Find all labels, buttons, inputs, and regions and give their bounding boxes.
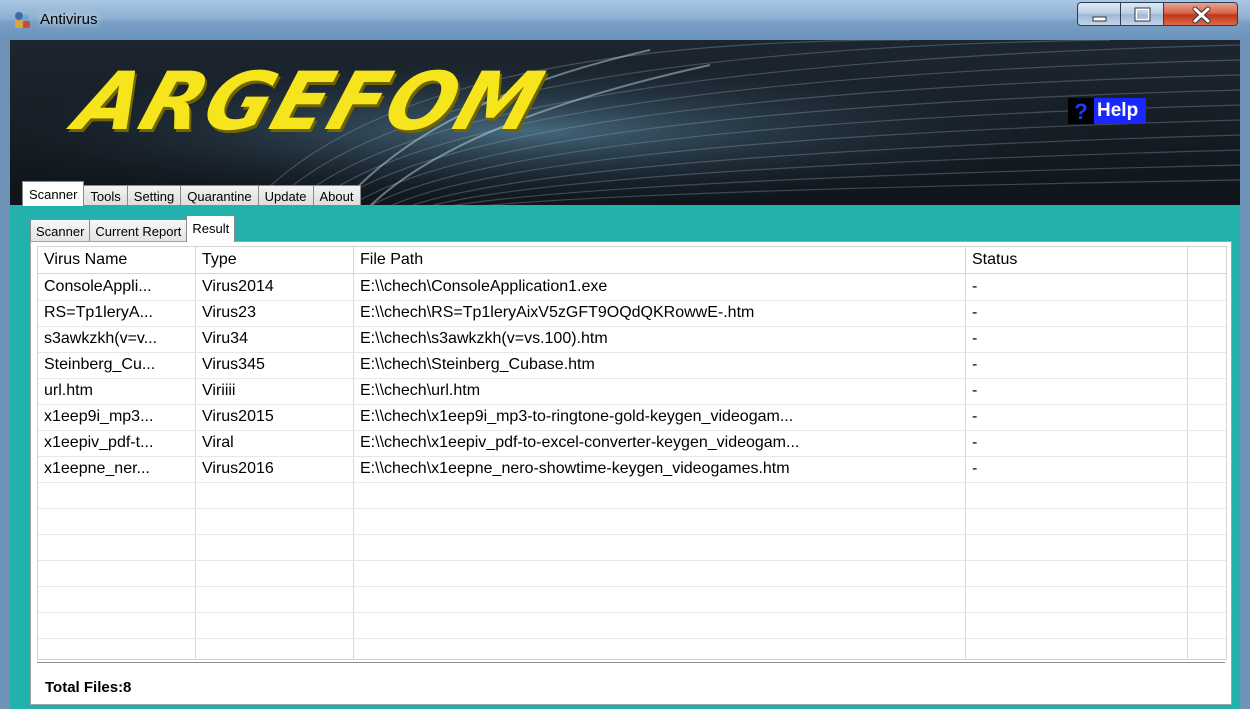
table-row[interactable] [38, 482, 1226, 509]
cell-file-path: E:\\chech\Steinberg_Cubase.htm [360, 356, 595, 373]
title-bar[interactable]: Antivirus [0, 0, 1250, 40]
maximize-button[interactable] [1120, 2, 1164, 26]
tab-tools[interactable]: Tools [83, 185, 128, 206]
cell-file-path: E:\\chech\x1eepiv_pdf-to-excel-converter… [360, 434, 800, 451]
subtab-result[interactable]: Result [186, 215, 236, 242]
maximize-icon [1134, 7, 1151, 22]
cell-status: - [972, 382, 978, 399]
header-status[interactable]: Status [966, 247, 1188, 273]
cell-virus-name: RS=Tp1leryA... [44, 304, 153, 321]
cell-status: - [972, 434, 978, 451]
scanner-panel: Scanner Current Report Result Virus Name… [10, 205, 1240, 709]
window-title: Antivirus [40, 11, 98, 28]
help-label: Help [1094, 98, 1147, 124]
divider-line [37, 662, 1225, 663]
help-question-icon: ? [1068, 98, 1094, 124]
cell-type: Virus23 [202, 304, 256, 321]
table-row[interactable]: url.htm Viriiii E:\\chech\url.htm - [38, 378, 1226, 405]
cell-file-path: E:\\chech\s3awkzkh(v=vs.100).htm [360, 330, 608, 347]
cell-type: Viral [202, 434, 234, 451]
main-tab-strip: Scanner Tools Setting Quarantine Update … [22, 180, 361, 206]
cell-type: Viru34 [202, 330, 248, 347]
minimize-icon [1092, 16, 1107, 22]
argefom-logo: ARGEFOM [65, 55, 556, 148]
table-row[interactable]: x1eepiv_pdf-t... Viral E:\\chech\x1eepiv_p… [38, 430, 1226, 457]
tab-quarantine[interactable]: Quarantine [180, 185, 259, 206]
cell-status: - [972, 356, 978, 373]
table-row[interactable]: x1eepne_ner... Virus2016 E:\\chech\x1eepne… [38, 456, 1226, 483]
cell-status: - [972, 278, 978, 295]
sub-tab-strip: Scanner Current Report Result [30, 215, 236, 242]
minimize-button[interactable] [1077, 2, 1121, 26]
cell-status: - [972, 408, 978, 425]
cell-status: - [972, 460, 978, 477]
cell-type: Virus345 [202, 356, 265, 373]
subtab-scanner[interactable]: Scanner [30, 219, 91, 242]
results-grid[interactable]: Virus Name Type File Path Status Console… [37, 246, 1227, 660]
close-button[interactable] [1163, 2, 1238, 26]
cell-file-path: E:\\chech\url.htm [360, 382, 481, 399]
header-virus-name[interactable]: Virus Name [38, 247, 196, 273]
result-pane: Virus Name Type File Path Status Console… [30, 241, 1232, 705]
cell-virus-name: Steinberg_Cu... [44, 356, 156, 373]
cell-file-path: E:\\chech\x1eep9i_mp3-to-ringtone-gold-k… [360, 408, 794, 425]
table-row[interactable] [38, 560, 1226, 587]
table-row[interactable]: x1eep9i_mp3... Virus2015 E:\\chech\x1eep9i… [38, 404, 1226, 431]
tab-about[interactable]: About [312, 185, 361, 206]
header-file-path[interactable]: File Path [354, 247, 966, 273]
tab-update[interactable]: Update [257, 185, 314, 206]
cell-type: Virus2014 [202, 278, 274, 295]
antivirus-window: Antivirus ARGEFOM ? Help Scanner Tools S… [0, 0, 1250, 709]
table-row[interactable]: Steinberg_Cu... Virus345 E:\\chech\Steinbe… [38, 352, 1226, 379]
subtab-current-report[interactable]: Current Report [89, 219, 188, 242]
cell-status: - [972, 304, 978, 321]
table-row[interactable]: s3awkzkh(v=v... Viru34 E:\\chech\s3awkzkh(… [38, 326, 1226, 353]
tab-scanner[interactable]: Scanner [22, 181, 85, 206]
cell-type: Virus2016 [202, 460, 274, 477]
app-icon [15, 12, 30, 28]
cell-virus-name: url.htm [44, 382, 93, 399]
cell-virus-name: x1eepiv_pdf-t... [44, 434, 154, 451]
table-row[interactable] [38, 534, 1226, 561]
tab-setting[interactable]: Setting [126, 185, 182, 206]
cell-virus-name: x1eep9i_mp3... [44, 408, 154, 425]
table-row[interactable]: RS=Tp1leryA... Virus23 E:\\chech\RS=Tp1ler… [38, 300, 1226, 327]
cell-virus-name: ConsoleAppli... [44, 278, 152, 295]
total-files-label: Total Files:8 [45, 679, 132, 696]
cell-virus-name: s3awkzkh(v=v... [44, 330, 158, 347]
close-icon [1192, 6, 1211, 24]
grid-header: Virus Name Type File Path Status [38, 247, 1226, 274]
cell-type: Virus2015 [202, 408, 274, 425]
cell-virus-name: x1eepne_ner... [44, 460, 150, 477]
table-row[interactable]: ConsoleAppli... Virus2014 E:\\chech\Consol… [38, 274, 1226, 301]
cell-type: Viriiii [202, 382, 236, 399]
cell-status: - [972, 330, 978, 347]
table-row[interactable] [38, 612, 1226, 639]
cell-file-path: E:\\chech\RS=Tp1leryAixV5zGFT9OQdQKRowwE… [360, 304, 755, 321]
header-type[interactable]: Type [196, 247, 354, 273]
table-row[interactable] [38, 508, 1226, 535]
table-row[interactable] [38, 638, 1226, 659]
cell-file-path: E:\\chech\ConsoleApplication1.exe [360, 278, 608, 295]
table-row[interactable] [38, 586, 1226, 613]
cell-file-path: E:\\chech\x1eepne_nero-showtime-keygen_v… [360, 460, 790, 477]
